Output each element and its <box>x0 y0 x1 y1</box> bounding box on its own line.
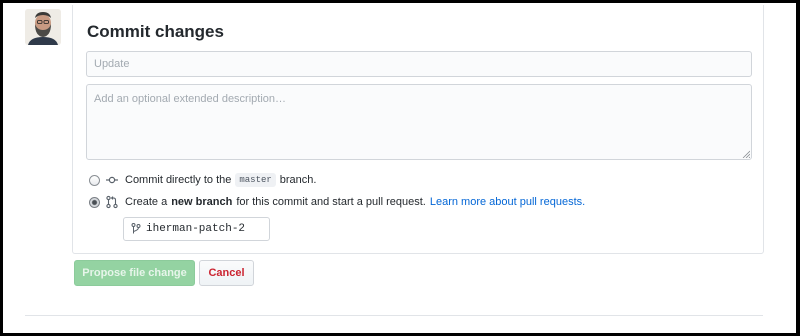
git-branch-icon <box>131 223 141 234</box>
avatar <box>25 9 61 45</box>
resize-grip-icon[interactable] <box>742 150 750 158</box>
commit-direct-option[interactable]: Commit directly to the master branch. <box>89 173 316 187</box>
new-branch-option[interactable]: Create a new branch for this commit and … <box>89 195 585 209</box>
git-pull-request-icon <box>106 195 118 209</box>
git-commit-icon <box>106 176 118 184</box>
commit-direct-suffix: branch. <box>279 174 317 186</box>
new-branch-radio[interactable] <box>89 196 100 208</box>
cancel-button[interactable]: Cancel <box>199 260 254 286</box>
new-branch-prefix: Create a <box>125 196 168 208</box>
propose-file-change-button[interactable]: Propose file change <box>74 260 195 286</box>
commit-direct-radio[interactable] <box>89 174 100 186</box>
commit-title: Commit changes <box>87 22 224 41</box>
commit-summary-input[interactable] <box>86 51 752 77</box>
master-branch-label: master <box>235 173 276 187</box>
commit-description-input[interactable] <box>86 84 752 160</box>
branch-name-field[interactable] <box>123 217 270 241</box>
learn-more-link[interactable]: Learn more about pull requests. <box>430 196 585 208</box>
commit-direct-text: Commit directly to the <box>125 174 232 186</box>
new-branch-middle: for this commit and start a pull request… <box>236 196 426 208</box>
branch-name-input[interactable] <box>146 223 261 235</box>
divider <box>25 315 763 316</box>
new-branch-bold: new branch <box>171 196 233 208</box>
